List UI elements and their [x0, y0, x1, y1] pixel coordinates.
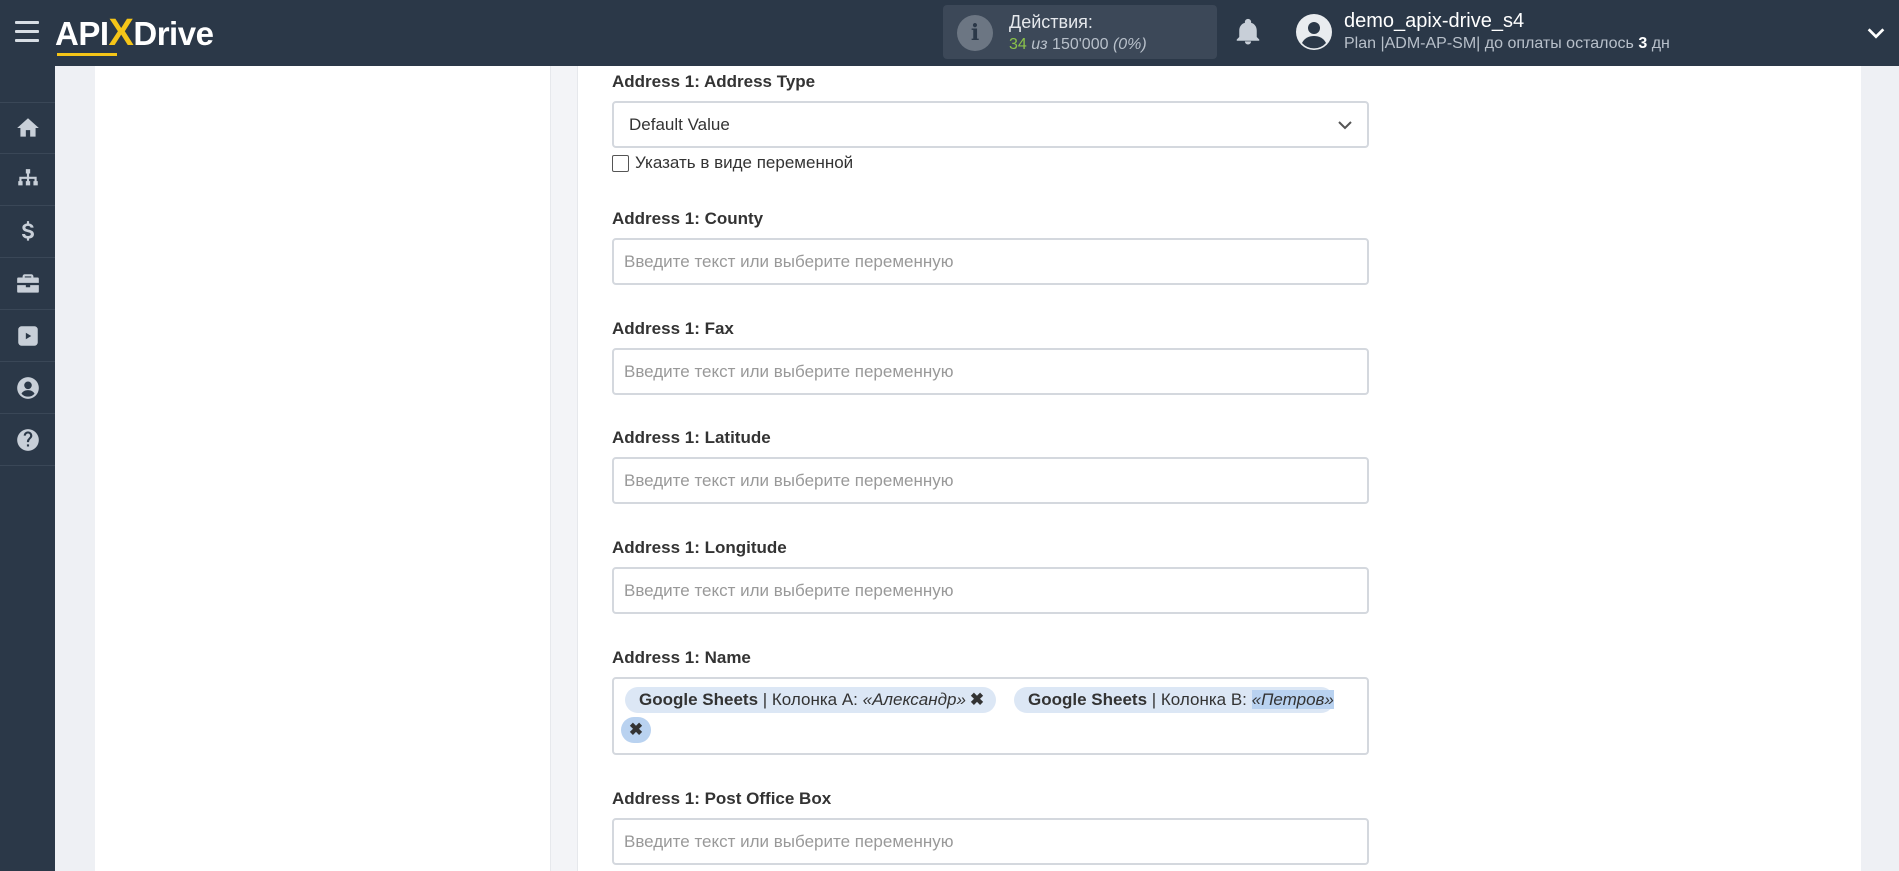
- actions-counter[interactable]: i Действия: 34 из 150'000 (0%): [943, 5, 1217, 59]
- apix-drive-logo[interactable]: APIXDrive: [55, 12, 214, 56]
- actions-counts: 34 из 150'000 (0%): [1009, 36, 1147, 53]
- sidebar-item-videos[interactable]: [0, 310, 55, 362]
- longitude-input[interactable]: Введите текст или выберите переменную: [612, 567, 1369, 614]
- top-bar: APIXDrive i Действия: 34 из 150'000 (0%)…: [0, 0, 1899, 66]
- variable-checkbox-row[interactable]: Указать в виде переменной: [612, 153, 853, 173]
- bell-icon[interactable]: [1233, 17, 1263, 47]
- sitemap-icon: [17, 168, 38, 185]
- briefcase-icon: [16, 273, 39, 293]
- sidebar: [0, 66, 55, 871]
- user-name[interactable]: demo_apix-drive_s4: [1344, 10, 1524, 33]
- address-type-select[interactable]: Default Value: [612, 101, 1369, 148]
- name-input[interactable]: Google Sheets | Колонка A: «Александр» ✖ …: [612, 677, 1369, 755]
- sidebar-item-help[interactable]: [0, 414, 55, 466]
- user-plan: Plan |ADM-AP-SM| до оплаты осталось 3 дн: [1344, 35, 1670, 52]
- home-icon: [16, 118, 39, 137]
- sidebar-item-account[interactable]: [0, 362, 55, 414]
- variable-tag[interactable]: Google Sheets | Колонка A: «Александр» ✖: [625, 687, 997, 713]
- variable-checkbox-label: Указать в виде переменной: [635, 153, 854, 172]
- post-office-box-label: Address 1: Post Office Box: [612, 789, 832, 808]
- info-icon: i: [957, 15, 993, 51]
- chevron-down-icon[interactable]: [1865, 22, 1887, 44]
- user-circle-icon: [16, 376, 39, 399]
- sidebar-item-home[interactable]: [0, 102, 55, 154]
- avatar[interactable]: [1296, 14, 1332, 50]
- sidebar-item-billing[interactable]: [0, 206, 55, 258]
- address-type-label: Address 1: Address Type: [612, 72, 816, 91]
- youtube-icon: [17, 325, 38, 346]
- tag-remove-icon[interactable]: ✖: [970, 690, 984, 709]
- actions-label: Действия:: [1009, 12, 1093, 32]
- panel-divider: [550, 66, 578, 871]
- latitude-input[interactable]: Введите текст или выберите переменную: [612, 457, 1369, 504]
- menu-icon[interactable]: [15, 21, 39, 43]
- fax-label: Address 1: Fax: [612, 319, 734, 338]
- longitude-label: Address 1: Longitude: [612, 538, 787, 557]
- fax-input[interactable]: Введите текст или выберите переменную: [612, 348, 1369, 395]
- sidebar-item-services[interactable]: [0, 258, 55, 310]
- tag-remove-icon[interactable]: ✖: [621, 717, 651, 743]
- address-type-value: Default Value: [629, 115, 730, 134]
- county-label: Address 1: County: [612, 209, 764, 228]
- latitude-label: Address 1: Latitude: [612, 428, 771, 447]
- county-input[interactable]: Введите текст или выберите переменную: [612, 238, 1369, 285]
- variable-tag[interactable]: Google Sheets | Колонка B: «Петров»: [1014, 687, 1334, 713]
- post-office-box-input[interactable]: Введите текст или выберите переменную: [612, 818, 1369, 865]
- dollar-icon: [21, 220, 34, 241]
- question-icon: [16, 428, 39, 451]
- variable-checkbox[interactable]: [612, 154, 629, 172]
- name-label: Address 1: Name: [612, 648, 751, 667]
- chevron-down-icon: [1338, 121, 1352, 130]
- sidebar-item-connections[interactable]: [0, 154, 55, 206]
